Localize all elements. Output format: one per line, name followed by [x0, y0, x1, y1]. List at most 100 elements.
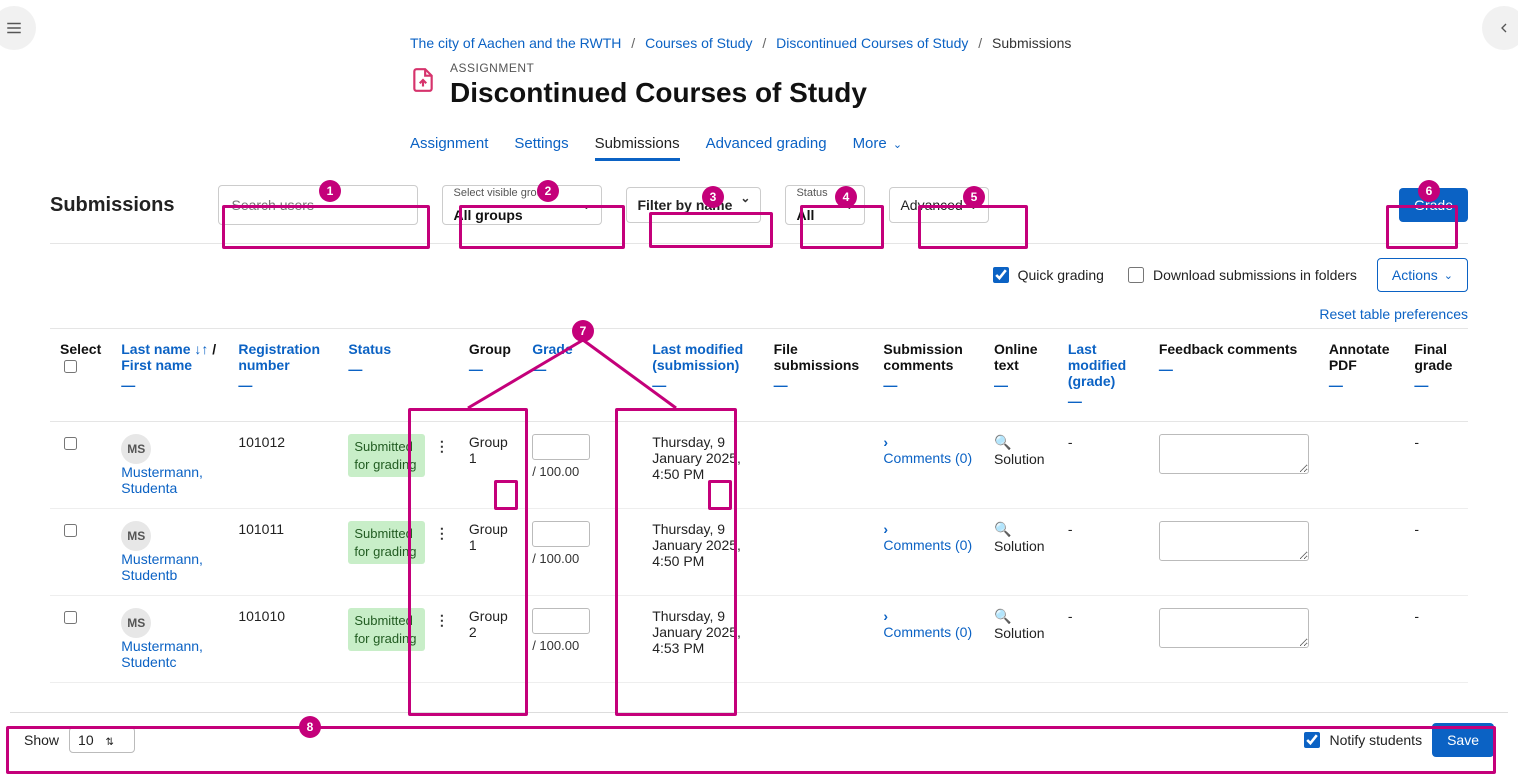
grade-denominator: / 100.00	[532, 551, 632, 566]
breadcrumb-link[interactable]: Discontinued Courses of Study	[776, 35, 968, 51]
row-select-checkbox[interactable]	[64, 524, 77, 537]
avatar: MS	[121, 521, 151, 551]
tab-submissions[interactable]: Submissions	[595, 129, 680, 161]
col-header-status[interactable]: Status	[348, 341, 391, 357]
registration-number: 101010	[228, 596, 338, 683]
col-header-sub-comments: Submission comments	[883, 341, 962, 373]
magnifier-icon[interactable]: 🔍	[994, 434, 1011, 450]
col-header-annotate: Annotate PDF	[1329, 341, 1390, 373]
col-header-feedback: Feedback comments	[1159, 341, 1298, 357]
grade-actions-menu[interactable]: ⋮	[606, 609, 626, 633]
final-grade-cell: -	[1404, 596, 1468, 683]
avatar: MS	[121, 434, 151, 464]
grade-input[interactable]	[532, 608, 590, 634]
grade-input[interactable]	[532, 521, 590, 547]
row-select-checkbox[interactable]	[64, 437, 77, 450]
quick-grading-checkbox[interactable]: Quick grading	[989, 264, 1104, 286]
rows-per-page-select[interactable]: 10 ⇅	[69, 727, 135, 753]
status-badge: Submitted for grading	[348, 608, 425, 651]
collapse-column-icon[interactable]: —	[1068, 393, 1139, 409]
annotate-pdf-cell	[1319, 422, 1404, 509]
options-row: Quick grading Download submissions in fo…	[50, 244, 1468, 306]
reset-table-link[interactable]: Reset table preferences	[1319, 306, 1468, 322]
row-actions-menu[interactable]: ⋮	[435, 608, 449, 632]
tab-more[interactable]: More ⌄	[853, 129, 903, 161]
feedback-textarea[interactable]	[1159, 608, 1309, 648]
group-cell: Group 1	[459, 422, 522, 509]
avatar: MS	[121, 608, 151, 638]
collapse-column-icon[interactable]: —	[1414, 377, 1458, 393]
col-header-final-grade: Final grade	[1414, 341, 1452, 373]
comments-link[interactable]: Comments (0)	[883, 537, 972, 553]
section-title: Submissions	[50, 194, 174, 217]
col-header-lastname[interactable]: Last name	[121, 341, 190, 357]
breadcrumb-current: Submissions	[992, 35, 1071, 51]
collapse-column-icon[interactable]: —	[348, 361, 449, 377]
col-header-last-mod-sub[interactable]: Last modified (submission)	[652, 341, 743, 373]
collapse-column-icon[interactable]: —	[994, 377, 1048, 393]
feedback-textarea[interactable]	[1159, 434, 1309, 474]
grade-input[interactable]	[532, 434, 590, 460]
col-header-grade[interactable]: Grade	[532, 341, 572, 357]
select-all-checkbox[interactable]	[64, 360, 77, 373]
chevron-down-icon: ⌄	[844, 198, 854, 212]
row-select-checkbox[interactable]	[64, 611, 77, 624]
tab-settings[interactable]: Settings	[514, 129, 568, 161]
tab-assignment[interactable]: Assignment	[410, 129, 488, 161]
breadcrumb: The city of Aachen and the RWTH / Course…	[410, 35, 1468, 51]
grade-actions-menu[interactable]: ⋮	[606, 522, 626, 546]
user-link[interactable]: Mustermann, Studentc	[121, 638, 203, 670]
expand-comments-icon[interactable]: ›	[883, 434, 888, 450]
notify-students-checkbox[interactable]: Notify students	[1300, 729, 1422, 751]
row-actions-menu[interactable]: ⋮	[435, 434, 449, 458]
chevron-updown-icon: ⇅	[106, 737, 114, 748]
comments-link[interactable]: Comments (0)	[883, 624, 972, 640]
col-header-last-mod-grade[interactable]: Last modified (grade)	[1068, 341, 1126, 389]
search-users-box[interactable]	[218, 185, 418, 225]
group-cell: Group 2	[459, 596, 522, 683]
online-text-cell: Solution	[994, 625, 1045, 641]
magnifier-icon[interactable]: 🔍	[994, 521, 1011, 537]
expand-comments-icon[interactable]: ›	[883, 608, 888, 624]
col-header-firstname[interactable]: First name	[121, 357, 192, 373]
filter-by-name-select[interactable]: Filter by name ⌄	[626, 187, 761, 223]
file-submissions-cell	[764, 422, 874, 509]
annotate-pdf-cell	[1319, 509, 1404, 596]
collapse-column-icon[interactable]: —	[121, 377, 218, 393]
show-label: Show	[24, 732, 59, 748]
collapse-column-icon[interactable]: —	[1329, 377, 1394, 393]
row-actions-menu[interactable]: ⋮	[435, 521, 449, 545]
collapse-column-icon[interactable]: —	[238, 377, 328, 393]
collapse-column-icon[interactable]: —	[1159, 361, 1309, 377]
actions-menu-button[interactable]: Actions ⌄	[1377, 258, 1468, 292]
collapse-column-icon[interactable]: —	[774, 377, 864, 393]
collapse-column-icon[interactable]: —	[532, 361, 632, 377]
tab-advanced-grading[interactable]: Advanced grading	[706, 129, 827, 161]
sort-icon: ↓↑	[194, 341, 208, 357]
last-modified-grade: -	[1058, 422, 1149, 509]
comments-link[interactable]: Comments (0)	[883, 450, 972, 466]
collapse-column-icon[interactable]: —	[883, 377, 974, 393]
feedback-textarea[interactable]	[1159, 521, 1309, 561]
search-input[interactable]	[229, 192, 399, 218]
grade-actions-menu[interactable]: ⋮	[606, 435, 626, 459]
group-cell: Group 1	[459, 509, 522, 596]
magnifier-icon[interactable]: 🔍	[994, 608, 1011, 624]
advanced-filter-select[interactable]: Advanced ⌄	[889, 187, 989, 223]
expand-comments-icon[interactable]: ›	[883, 521, 888, 537]
breadcrumb-link[interactable]: Courses of Study	[645, 35, 752, 51]
page-title: Discontinued Courses of Study	[450, 77, 867, 109]
user-link[interactable]: Mustermann, Studenta	[121, 464, 203, 496]
col-header-registration[interactable]: Registration number	[238, 341, 320, 373]
breadcrumb-link[interactable]: The city of Aachen and the RWTH	[410, 35, 621, 51]
collapse-column-icon[interactable]: —	[652, 377, 753, 393]
status-filter-select[interactable]: Status All ⌄	[785, 185, 865, 225]
col-header-file-sub: File submissions	[774, 341, 860, 373]
registration-number: 101011	[228, 509, 338, 596]
user-link[interactable]: Mustermann, Studentb	[121, 551, 203, 583]
visible-groups-select[interactable]: Select visible groups All groups ⌄	[442, 185, 602, 225]
save-button[interactable]: Save	[1432, 723, 1494, 757]
download-folders-checkbox[interactable]: Download submissions in folders	[1124, 264, 1357, 286]
collapse-column-icon[interactable]: —	[469, 361, 512, 377]
grade-button[interactable]: Grade	[1399, 188, 1468, 222]
